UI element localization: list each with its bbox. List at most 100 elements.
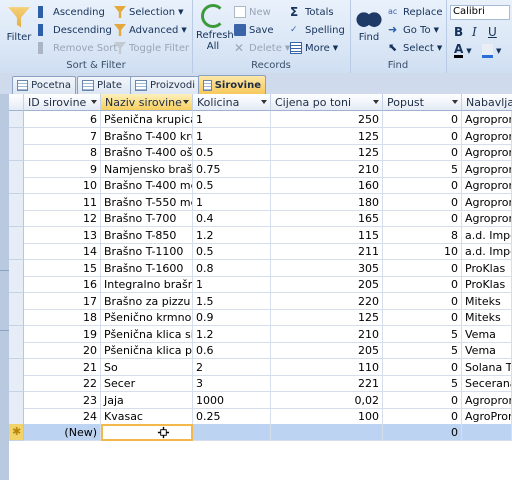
cell-naziv[interactable]: Pšenična klica prž xyxy=(101,342,193,359)
record-selector[interactable] xyxy=(9,193,24,211)
table-row[interactable]: 9Namjensko brašn0.752105Agroprom xyxy=(9,160,512,178)
new-record-selector[interactable]: ✱ xyxy=(9,424,24,441)
underline-button[interactable]: U xyxy=(488,25,497,39)
cell-id[interactable]: 19 xyxy=(24,325,101,343)
table-row[interactable]: 15 Brašno T-1600 0.8 305 0 ProKlas xyxy=(9,259,512,277)
cell-popust[interactable]: 0 xyxy=(383,391,462,409)
cell-id[interactable]: 6 xyxy=(24,111,101,128)
column-dropdown-icon[interactable] xyxy=(452,100,458,104)
table-row[interactable]: 17 Brašno za pizzu 1.5 220 0 Miteks xyxy=(9,292,512,310)
cell-nabavlja[interactable]: Solana Tu xyxy=(462,358,512,376)
cell-popust[interactable]: 5 xyxy=(383,160,462,178)
record-selector[interactable] xyxy=(9,358,24,376)
cell-naziv[interactable]: Brašno T-400 krup xyxy=(101,127,193,145)
cell-id[interactable]: 12 xyxy=(24,210,101,227)
delete-record-button[interactable]: ✕ Delete ▼ xyxy=(234,42,290,54)
cell-nabavlja[interactable]: Agroprom xyxy=(462,111,512,128)
record-selector[interactable] xyxy=(9,309,24,326)
more-button[interactable]: More ▼ xyxy=(290,42,338,54)
record-selector[interactable] xyxy=(9,177,24,194)
cell-popust[interactable]: 0 xyxy=(383,111,462,128)
cell-naziv[interactable]: Brašno T-850 xyxy=(101,226,193,244)
table-row[interactable]: 21So21100Solana Tu xyxy=(9,358,512,376)
select-all-corner[interactable] xyxy=(9,94,24,111)
column-dropdown-icon[interactable] xyxy=(91,100,97,104)
cell-id[interactable]: 9 xyxy=(24,160,101,178)
cell-cijena[interactable]: 305 xyxy=(271,259,383,277)
sort-descending-button[interactable]: Descending xyxy=(38,24,112,36)
cell-nabavlja[interactable]: Miteks xyxy=(462,309,512,326)
cell-naziv[interactable]: Brašno T-400 mek xyxy=(101,177,193,194)
tab-proizvodi[interactable]: Proizvodi xyxy=(130,76,202,94)
new-record-button[interactable]: New xyxy=(234,6,271,18)
cell-naziv[interactable]: Integralno brašno xyxy=(101,276,193,293)
filter-button[interactable]: Filter xyxy=(4,4,34,43)
cell-naziv[interactable]: Namjensko brašn xyxy=(101,160,193,178)
cell-kolicina[interactable]: 1.2 xyxy=(193,325,271,343)
record-selector[interactable] xyxy=(9,111,24,128)
tab-sirovine[interactable]: Sirovine xyxy=(198,75,266,95)
cell-cijena[interactable]: 211 xyxy=(271,243,383,260)
cell-kolicina[interactable]: 0.6 xyxy=(193,342,271,359)
save-record-button[interactable]: Save xyxy=(234,24,274,36)
cell-popust[interactable]: 0 xyxy=(383,309,462,326)
record-selector[interactable] xyxy=(9,127,24,145)
cell-naziv[interactable]: Brašno T-700 xyxy=(101,210,193,227)
totals-button[interactable]: Σ Totals xyxy=(290,6,334,18)
cell-kolicina[interactable]: 0.8 xyxy=(193,259,271,277)
cell-id[interactable]: 14 xyxy=(24,243,101,260)
cell-kolicina-new[interactable] xyxy=(193,424,271,441)
cell-naziv[interactable]: Jaja xyxy=(101,391,193,409)
column-header-id-sirovine[interactable]: ID sirovine xyxy=(24,94,101,111)
cell-nabavlja[interactable]: Secerana xyxy=(462,375,512,392)
navigation-pane-collapsed[interactable] xyxy=(0,94,9,480)
cell-popust[interactable]: 0 xyxy=(383,144,462,161)
cell-nabavlja[interactable]: a.d. Impe xyxy=(462,226,512,244)
table-row[interactable]: 22 Secer 3 221 5 Secerana xyxy=(9,375,512,392)
cell-cijena[interactable]: 115 xyxy=(271,226,383,244)
table-row[interactable]: 19 Pšenična klica sir 1.2 210 5 Vema xyxy=(9,325,512,343)
cell-popust[interactable]: 10 xyxy=(383,243,462,260)
table-row[interactable]: 23Jaja10000,020Agroprom xyxy=(9,391,512,409)
cell-id[interactable]: 8 xyxy=(24,144,101,161)
column-dropdown-icon[interactable] xyxy=(183,100,189,104)
cell-nabavlja[interactable]: ProKlas xyxy=(462,276,512,293)
cell-id[interactable]: 23 xyxy=(24,391,101,409)
cell-popust[interactable]: 0 xyxy=(383,259,462,277)
cell-cijena[interactable]: 160 xyxy=(271,177,383,194)
table-row[interactable]: 8Brašno T-400 oštr0.51250Agroprom xyxy=(9,144,512,161)
cell-kolicina[interactable]: 0.9 xyxy=(193,309,271,326)
table-row[interactable]: 14 Brašno T-1100 0.5 211 10 a.d. Impe xyxy=(9,243,512,260)
cell-nabavlja[interactable]: Agroprom xyxy=(462,144,512,161)
bold-button[interactable]: B xyxy=(454,25,463,39)
cell-naziv[interactable]: Kvasac xyxy=(101,408,193,425)
cell-cijena[interactable]: 220 xyxy=(271,292,383,310)
cell-naziv[interactable]: Pšenično krmno b xyxy=(101,309,193,326)
cell-nabavlja[interactable]: Agroprom xyxy=(462,177,512,194)
cell-popust[interactable]: 5 xyxy=(383,342,462,359)
cell-naziv[interactable]: Pšenična krupica xyxy=(101,111,193,128)
cell-naziv[interactable]: Brašno za pizzu xyxy=(101,292,193,310)
cell-popust[interactable]: 8 xyxy=(383,226,462,244)
table-row[interactable]: 20 Pšenična klica prž 0.6 205 5 Vema xyxy=(9,342,512,359)
cell-popust-new[interactable]: 0 xyxy=(383,424,462,441)
table-row[interactable]: 12Brašno T-7000.41650Agroprom xyxy=(9,210,512,227)
cell-id[interactable]: 20 xyxy=(24,342,101,359)
cell-nabavlja[interactable]: ProKlas xyxy=(462,259,512,277)
cell-nabavlja-new[interactable] xyxy=(462,424,512,441)
cell-kolicina[interactable]: 3 xyxy=(193,375,271,392)
table-row[interactable]: 10Brašno T-400 mek0.51600Agroprom xyxy=(9,177,512,194)
replace-button[interactable]: ac Replace xyxy=(388,6,443,18)
cell-kolicina[interactable]: 1 xyxy=(193,193,271,211)
tab-pocetna[interactable]: Pocetna xyxy=(12,76,76,94)
cell-cijena-new[interactable] xyxy=(271,424,383,441)
column-dropdown-icon[interactable] xyxy=(261,100,267,104)
cell-id[interactable]: 22 xyxy=(24,375,101,392)
cell-id[interactable]: 15 xyxy=(24,259,101,277)
cell-popust[interactable]: 0 xyxy=(383,408,462,425)
column-header-naziv-sirovine[interactable]: Naziv sirovine xyxy=(101,94,193,111)
cell-nabavlja[interactable]: Agroprom xyxy=(462,193,512,211)
refresh-all-button[interactable]: Refresh All xyxy=(196,4,234,52)
cell-cijena[interactable]: 180 xyxy=(271,193,383,211)
cell-nabavlja[interactable]: Vema xyxy=(462,325,512,343)
